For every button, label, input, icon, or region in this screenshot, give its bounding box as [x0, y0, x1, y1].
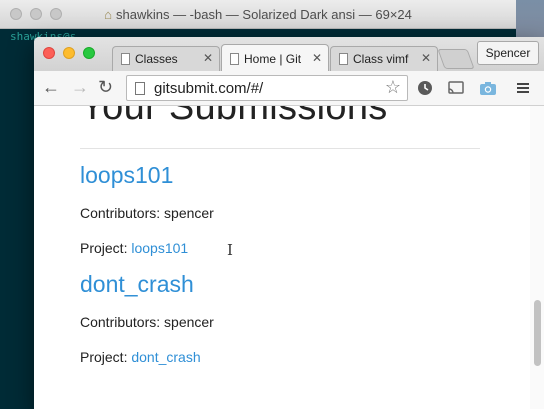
- terminal-titlebar[interactable]: ⌂ shawkins — -bash — Solarized Dark ansi …: [0, 0, 516, 29]
- divider: [80, 148, 480, 149]
- star-icon[interactable]: ☆: [385, 77, 401, 98]
- contributors-line: Contributors: spencer: [80, 314, 214, 330]
- tab-strip: Classes ✕ Home | Git ✕ Class vimf ✕ Spen…: [34, 37, 544, 72]
- close-window-button[interactable]: [43, 47, 55, 59]
- tab-classes[interactable]: Classes ✕: [112, 46, 220, 71]
- profile-button[interactable]: Spencer: [477, 41, 539, 65]
- page-info-icon[interactable]: [135, 82, 145, 95]
- page-viewport[interactable]: Your Submissions loops101 Contributors: …: [34, 106, 544, 409]
- page-title: Your Submissions: [80, 106, 388, 128]
- page-icon: [230, 53, 239, 65]
- clock-icon[interactable]: [416, 79, 434, 97]
- terminal-title: ⌂ shawkins — -bash — Solarized Dark ansi …: [0, 7, 516, 22]
- page-icon: [339, 53, 348, 65]
- tab-close-icon[interactable]: ✕: [312, 51, 322, 65]
- submission-title-link[interactable]: dont_crash: [80, 271, 194, 298]
- project-line: Project: dont_crash: [80, 349, 201, 365]
- scrollbar-thumb[interactable]: [534, 300, 541, 366]
- project-label: Project:: [80, 240, 132, 256]
- browser-window-controls: [43, 47, 95, 59]
- tab-label: Home | Git: [244, 52, 302, 66]
- cast-icon[interactable]: [447, 79, 465, 97]
- tab-label: Classes: [135, 52, 178, 66]
- back-arrow-icon[interactable]: ←: [42, 77, 60, 97]
- project-line: Project: loops101: [80, 240, 188, 256]
- reload-icon[interactable]: ↻: [98, 77, 113, 97]
- project-link[interactable]: dont_crash: [131, 349, 200, 365]
- tab-class-vimf[interactable]: Class vimf ✕: [330, 46, 438, 71]
- tab-close-icon[interactable]: ✕: [203, 51, 213, 65]
- minimize-window-button[interactable]: [63, 47, 75, 59]
- hamburger-menu-icon[interactable]: [514, 79, 532, 97]
- page-icon: [121, 53, 130, 65]
- forward-arrow-icon[interactable]: →: [71, 77, 89, 97]
- tab-label: Class vimf: [353, 52, 409, 66]
- terminal-title-text: shawkins — -bash — Solarized Dark ansi —…: [115, 7, 412, 22]
- project-link[interactable]: loops101: [131, 240, 188, 256]
- url-text[interactable]: gitsubmit.com/#/: [154, 80, 263, 97]
- browser-window: Classes ✕ Home | Git ✕ Class vimf ✕ Spen…: [34, 37, 544, 409]
- text-cursor-icon: I: [227, 241, 233, 259]
- contributors-line: Contributors: spencer: [80, 205, 214, 221]
- submission-title-link[interactable]: loops101: [80, 162, 173, 189]
- new-tab-button[interactable]: [437, 49, 475, 69]
- home-icon: ⌂: [104, 7, 112, 22]
- zoom-window-button[interactable]: [83, 47, 95, 59]
- camera-icon[interactable]: [479, 79, 497, 97]
- address-bar[interactable]: gitsubmit.com/#/ ☆: [126, 75, 408, 101]
- browser-toolbar: ← → ↻ gitsubmit.com/#/ ☆: [34, 71, 544, 106]
- project-label: Project:: [80, 349, 132, 365]
- tab-close-icon[interactable]: ✕: [421, 51, 431, 65]
- tab-home[interactable]: Home | Git ✕: [221, 44, 329, 72]
